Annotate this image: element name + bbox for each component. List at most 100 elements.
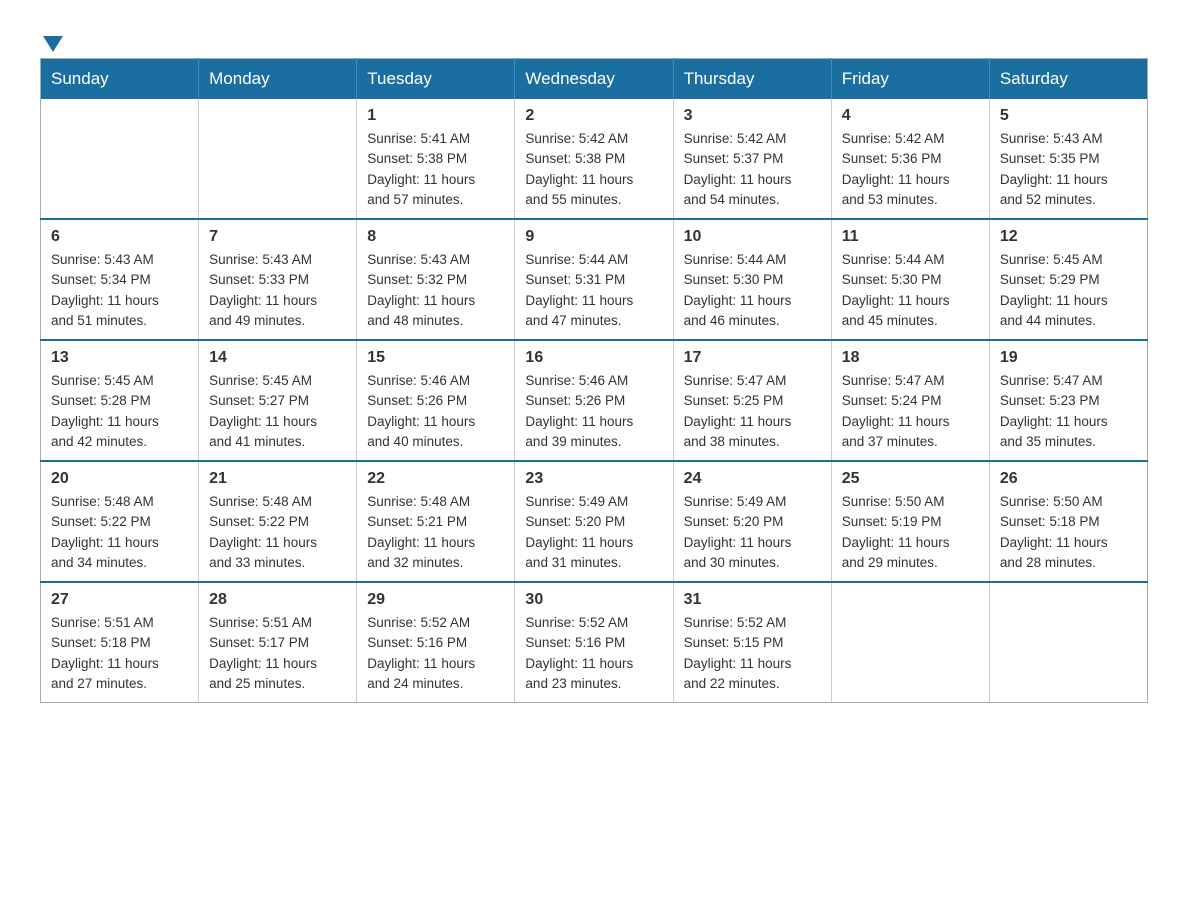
calendar-cell <box>989 582 1147 703</box>
calendar-week-row: 6Sunrise: 5:43 AM Sunset: 5:34 PM Daylig… <box>41 219 1148 340</box>
day-number: 4 <box>842 107 979 125</box>
day-info: Sunrise: 5:42 AM Sunset: 5:37 PM Dayligh… <box>684 129 821 210</box>
calendar-week-row: 20 Sunrise: 5:48 AM Sunset: 5:22 PM Dayli… <box>41 461 1148 582</box>
calendar-cell: 29 Sunrise: 5:52 AM Sunset: 5:16 PM Dayli… <box>357 582 515 703</box>
day-number: 1 <box>367 107 504 125</box>
calendar-cell: 30 Sunrise: 5:52 AM Sunset: 5:16 PM Dayli… <box>515 582 673 703</box>
calendar-week-row: 13 Sunrise: 5:45 AM Sunset: 5:28 PM Dayli… <box>41 340 1148 461</box>
calendar-cell: 7Sunrise: 5:43 AM Sunset: 5:33 PM Daylig… <box>199 219 357 340</box>
weekday-header-thursday: Thursday <box>673 59 831 100</box>
calendar-cell: 18 Sunrise: 5:47 AM Sunset: 5:24 PM Dayli… <box>831 340 989 461</box>
calendar-cell: 27 Sunrise: 5:51 AM Sunset: 5:18 PM Dayli… <box>41 582 199 703</box>
day-info: Sunrise: 5:44 AM Sunset: 5:31 PM Dayligh… <box>525 250 662 331</box>
weekday-header-tuesday: Tuesday <box>357 59 515 100</box>
day-info: Sunrise: 5:43 AM Sunset: 5:35 PM Dayligh… <box>1000 129 1137 210</box>
calendar-week-row: 27 Sunrise: 5:51 AM Sunset: 5:18 PM Dayli… <box>41 582 1148 703</box>
calendar-cell: 15 Sunrise: 5:46 AM Sunset: 5:26 PM Dayli… <box>357 340 515 461</box>
day-info: Sunrise: 5:47 AM Sunset: 5:24 PM Dayligh… <box>842 371 979 452</box>
day-info: Sunrise: 5:44 AM Sunset: 5:30 PM Dayligh… <box>684 250 821 331</box>
day-info: Sunrise: 5:41 AM Sunset: 5:38 PM Dayligh… <box>367 129 504 210</box>
day-number: 7 <box>209 228 346 246</box>
calendar-week-row: 1 Sunrise: 5:41 AM Sunset: 5:38 PM Daylig… <box>41 99 1148 219</box>
weekday-header-row: SundayMondayTuesdayWednesdayThursdayFrid… <box>41 59 1148 100</box>
calendar-cell: 28Sunrise: 5:51 AM Sunset: 5:17 PM Dayli… <box>199 582 357 703</box>
day-number: 12 <box>1000 228 1137 246</box>
calendar-cell <box>831 582 989 703</box>
day-info: Sunrise: 5:45 AM Sunset: 5:28 PM Dayligh… <box>51 371 188 452</box>
calendar-cell: 19 Sunrise: 5:47 AM Sunset: 5:23 PM Dayli… <box>989 340 1147 461</box>
calendar-cell: 24Sunrise: 5:49 AM Sunset: 5:20 PM Dayli… <box>673 461 831 582</box>
calendar-cell: 26 Sunrise: 5:50 AM Sunset: 5:18 PM Dayli… <box>989 461 1147 582</box>
day-info: Sunrise: 5:52 AM Sunset: 5:16 PM Dayligh… <box>525 613 662 694</box>
day-number: 26 <box>1000 470 1137 488</box>
day-info: Sunrise: 5:49 AM Sunset: 5:20 PM Dayligh… <box>525 492 662 573</box>
calendar-cell: 4 Sunrise: 5:42 AM Sunset: 5:36 PM Daylig… <box>831 99 989 219</box>
day-number: 21 <box>209 470 346 488</box>
day-number: 22 <box>367 470 504 488</box>
day-info: Sunrise: 5:42 AM Sunset: 5:38 PM Dayligh… <box>525 129 662 210</box>
calendar-cell: 12 Sunrise: 5:45 AM Sunset: 5:29 PM Dayli… <box>989 219 1147 340</box>
day-info: Sunrise: 5:51 AM Sunset: 5:17 PM Dayligh… <box>209 613 346 694</box>
calendar-cell: 9 Sunrise: 5:44 AM Sunset: 5:31 PM Daylig… <box>515 219 673 340</box>
calendar-cell: 11 Sunrise: 5:44 AM Sunset: 5:30 PM Dayli… <box>831 219 989 340</box>
calendar-cell: 2 Sunrise: 5:42 AM Sunset: 5:38 PM Daylig… <box>515 99 673 219</box>
day-number: 30 <box>525 591 662 609</box>
day-info: Sunrise: 5:42 AM Sunset: 5:36 PM Dayligh… <box>842 129 979 210</box>
day-info: Sunrise: 5:45 AM Sunset: 5:27 PM Dayligh… <box>209 371 346 452</box>
page-header <box>40 30 1148 44</box>
day-number: 13 <box>51 349 188 367</box>
weekday-header-monday: Monday <box>199 59 357 100</box>
day-number: 18 <box>842 349 979 367</box>
day-number: 9 <box>525 228 662 246</box>
day-number: 27 <box>51 591 188 609</box>
calendar-cell: 3 Sunrise: 5:42 AM Sunset: 5:37 PM Daylig… <box>673 99 831 219</box>
logo-arrow-icon <box>43 36 63 52</box>
day-number: 31 <box>684 591 821 609</box>
day-info: Sunrise: 5:48 AM Sunset: 5:22 PM Dayligh… <box>209 492 346 573</box>
day-info: Sunrise: 5:43 AM Sunset: 5:34 PM Dayligh… <box>51 250 188 331</box>
day-info: Sunrise: 5:49 AM Sunset: 5:20 PM Dayligh… <box>684 492 821 573</box>
day-info: Sunrise: 5:51 AM Sunset: 5:18 PM Dayligh… <box>51 613 188 694</box>
day-info: Sunrise: 5:50 AM Sunset: 5:19 PM Dayligh… <box>842 492 979 573</box>
day-number: 16 <box>525 349 662 367</box>
calendar-cell: 6Sunrise: 5:43 AM Sunset: 5:34 PM Daylig… <box>41 219 199 340</box>
calendar-cell <box>41 99 199 219</box>
day-number: 19 <box>1000 349 1137 367</box>
calendar-cell: 17Sunrise: 5:47 AM Sunset: 5:25 PM Dayli… <box>673 340 831 461</box>
calendar-cell: 10Sunrise: 5:44 AM Sunset: 5:30 PM Dayli… <box>673 219 831 340</box>
logo <box>40 30 63 44</box>
day-number: 2 <box>525 107 662 125</box>
day-info: Sunrise: 5:45 AM Sunset: 5:29 PM Dayligh… <box>1000 250 1137 331</box>
day-info: Sunrise: 5:43 AM Sunset: 5:32 PM Dayligh… <box>367 250 504 331</box>
weekday-header-saturday: Saturday <box>989 59 1147 100</box>
day-number: 8 <box>367 228 504 246</box>
calendar-cell: 21 Sunrise: 5:48 AM Sunset: 5:22 PM Dayli… <box>199 461 357 582</box>
day-info: Sunrise: 5:52 AM Sunset: 5:16 PM Dayligh… <box>367 613 504 694</box>
day-number: 17 <box>684 349 821 367</box>
day-info: Sunrise: 5:52 AM Sunset: 5:15 PM Dayligh… <box>684 613 821 694</box>
calendar-table: SundayMondayTuesdayWednesdayThursdayFrid… <box>40 58 1148 703</box>
day-info: Sunrise: 5:50 AM Sunset: 5:18 PM Dayligh… <box>1000 492 1137 573</box>
weekday-header-wednesday: Wednesday <box>515 59 673 100</box>
calendar-cell: 16Sunrise: 5:46 AM Sunset: 5:26 PM Dayli… <box>515 340 673 461</box>
weekday-header-friday: Friday <box>831 59 989 100</box>
day-info: Sunrise: 5:48 AM Sunset: 5:22 PM Dayligh… <box>51 492 188 573</box>
calendar-cell: 25 Sunrise: 5:50 AM Sunset: 5:19 PM Dayli… <box>831 461 989 582</box>
calendar-cell: 23 Sunrise: 5:49 AM Sunset: 5:20 PM Dayli… <box>515 461 673 582</box>
calendar-cell: 14Sunrise: 5:45 AM Sunset: 5:27 PM Dayli… <box>199 340 357 461</box>
day-info: Sunrise: 5:46 AM Sunset: 5:26 PM Dayligh… <box>367 371 504 452</box>
calendar-cell: 5 Sunrise: 5:43 AM Sunset: 5:35 PM Daylig… <box>989 99 1147 219</box>
calendar-cell: 31 Sunrise: 5:52 AM Sunset: 5:15 PM Dayli… <box>673 582 831 703</box>
day-info: Sunrise: 5:47 AM Sunset: 5:23 PM Dayligh… <box>1000 371 1137 452</box>
day-number: 5 <box>1000 107 1137 125</box>
day-number: 20 <box>51 470 188 488</box>
day-number: 11 <box>842 228 979 246</box>
day-number: 3 <box>684 107 821 125</box>
day-number: 23 <box>525 470 662 488</box>
calendar-cell: 1 Sunrise: 5:41 AM Sunset: 5:38 PM Daylig… <box>357 99 515 219</box>
day-info: Sunrise: 5:44 AM Sunset: 5:30 PM Dayligh… <box>842 250 979 331</box>
weekday-header-sunday: Sunday <box>41 59 199 100</box>
day-number: 25 <box>842 470 979 488</box>
day-number: 29 <box>367 591 504 609</box>
day-number: 15 <box>367 349 504 367</box>
